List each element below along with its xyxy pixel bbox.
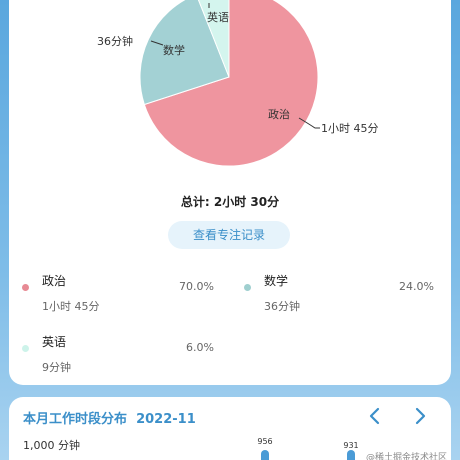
legend-time: 1小时 45分 (42, 300, 100, 313)
monthly-chart-title: 本月工作时段分布 2022-11 (23, 408, 196, 427)
pie-slice-label-math: 数学 (163, 43, 185, 57)
monthly-chart-month: 2022-11 (136, 412, 196, 427)
monthly-distribution-card: 本月工作时段分布 2022-11 1,000 分钟 956 931 @稀土掘金技… (9, 397, 451, 460)
pie-outer-label-politics: 1小时 45分 (321, 122, 379, 135)
pie-chart: 英语 数学 政治 36分钟 1小时 45分 (97, 0, 379, 167)
watermark: @稀土掘金技术社区 (365, 453, 447, 460)
bar-value-label: 956 (257, 437, 273, 446)
legend-time: 9分钟 (42, 361, 71, 374)
legend-percent: 24.0% (399, 280, 434, 293)
y-axis-label: 1,000 分钟 (23, 439, 80, 452)
legend-item-english: 英语 9分钟 6.0% (22, 333, 222, 379)
legend-percent: 70.0% (179, 280, 214, 293)
focus-stats-card: 英语 数学 政治 36分钟 1小时 45分 总计: 2小时 30分 查看专注记录… (9, 0, 451, 385)
legend-item-math: 数学 36分钟 24.0% (244, 272, 444, 318)
view-focus-records-button[interactable]: 查看专注记录 (168, 221, 290, 249)
total-time: 总计: 2小时 30分 (180, 195, 280, 209)
legend-dot (22, 345, 29, 352)
legend-name: 政治 (42, 274, 67, 288)
pie-slice-label-politics: 政治 (268, 107, 290, 121)
bar-956 (261, 449, 269, 460)
chevron-left-icon[interactable] (364, 405, 386, 427)
legend-name: 数学 (264, 274, 289, 288)
legend-dot (22, 284, 29, 291)
legend-item-politics: 政治 1小时 45分 70.0% (22, 272, 222, 318)
legend-dot (244, 284, 251, 291)
pie-outer-label-math: 36分钟 (97, 34, 133, 48)
chevron-right-icon[interactable] (409, 405, 431, 427)
pie-slice-label-english: 英语 (207, 10, 229, 24)
legend-percent: 6.0% (186, 341, 214, 354)
legend-name: 英语 (42, 335, 67, 349)
monthly-chart-title-text: 本月工作时段分布 (23, 412, 128, 427)
bar-value-label: 931 (343, 441, 359, 450)
bar-931 (347, 450, 355, 460)
legend-time: 36分钟 (264, 300, 300, 313)
